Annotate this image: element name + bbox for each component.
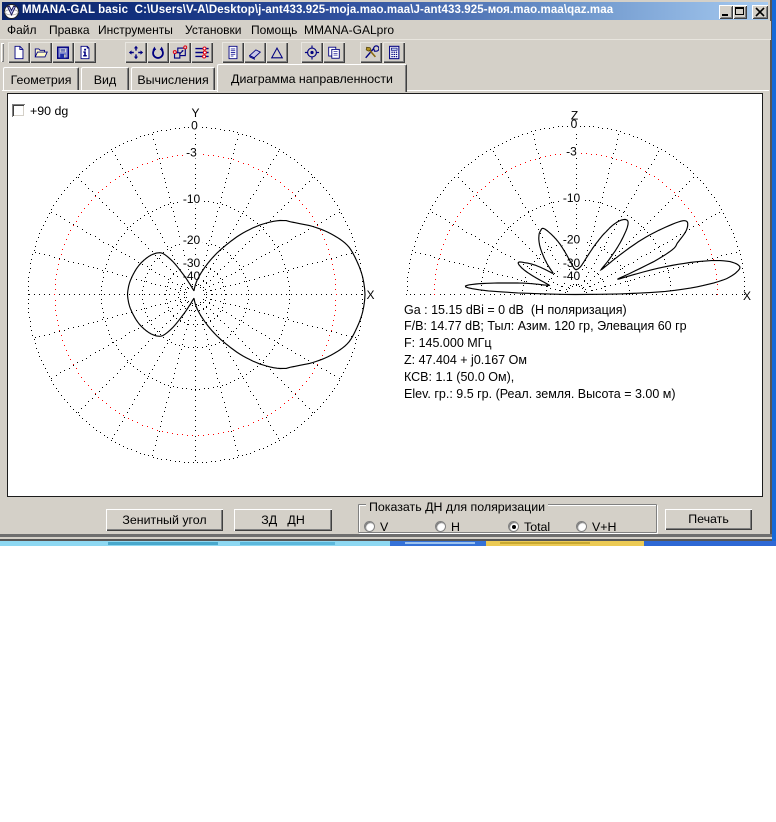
svg-text:-30: -30 [183, 256, 201, 270]
svg-text:0: 0 [191, 119, 198, 133]
svg-text:-10: -10 [183, 192, 201, 206]
svg-text:-3: -3 [186, 146, 197, 160]
svg-text:-10: -10 [563, 191, 581, 205]
svg-text:-3: -3 [566, 144, 577, 158]
svg-text:Z: Z [571, 109, 578, 123]
svg-text:-40: -40 [183, 269, 201, 283]
svg-text:-20: -20 [563, 233, 581, 247]
svg-text:-20: -20 [183, 233, 201, 247]
svg-text:-40: -40 [563, 269, 581, 283]
svg-text:Y: Y [191, 106, 199, 120]
svg-text:X: X [366, 288, 374, 302]
svg-text:X: X [743, 289, 751, 303]
